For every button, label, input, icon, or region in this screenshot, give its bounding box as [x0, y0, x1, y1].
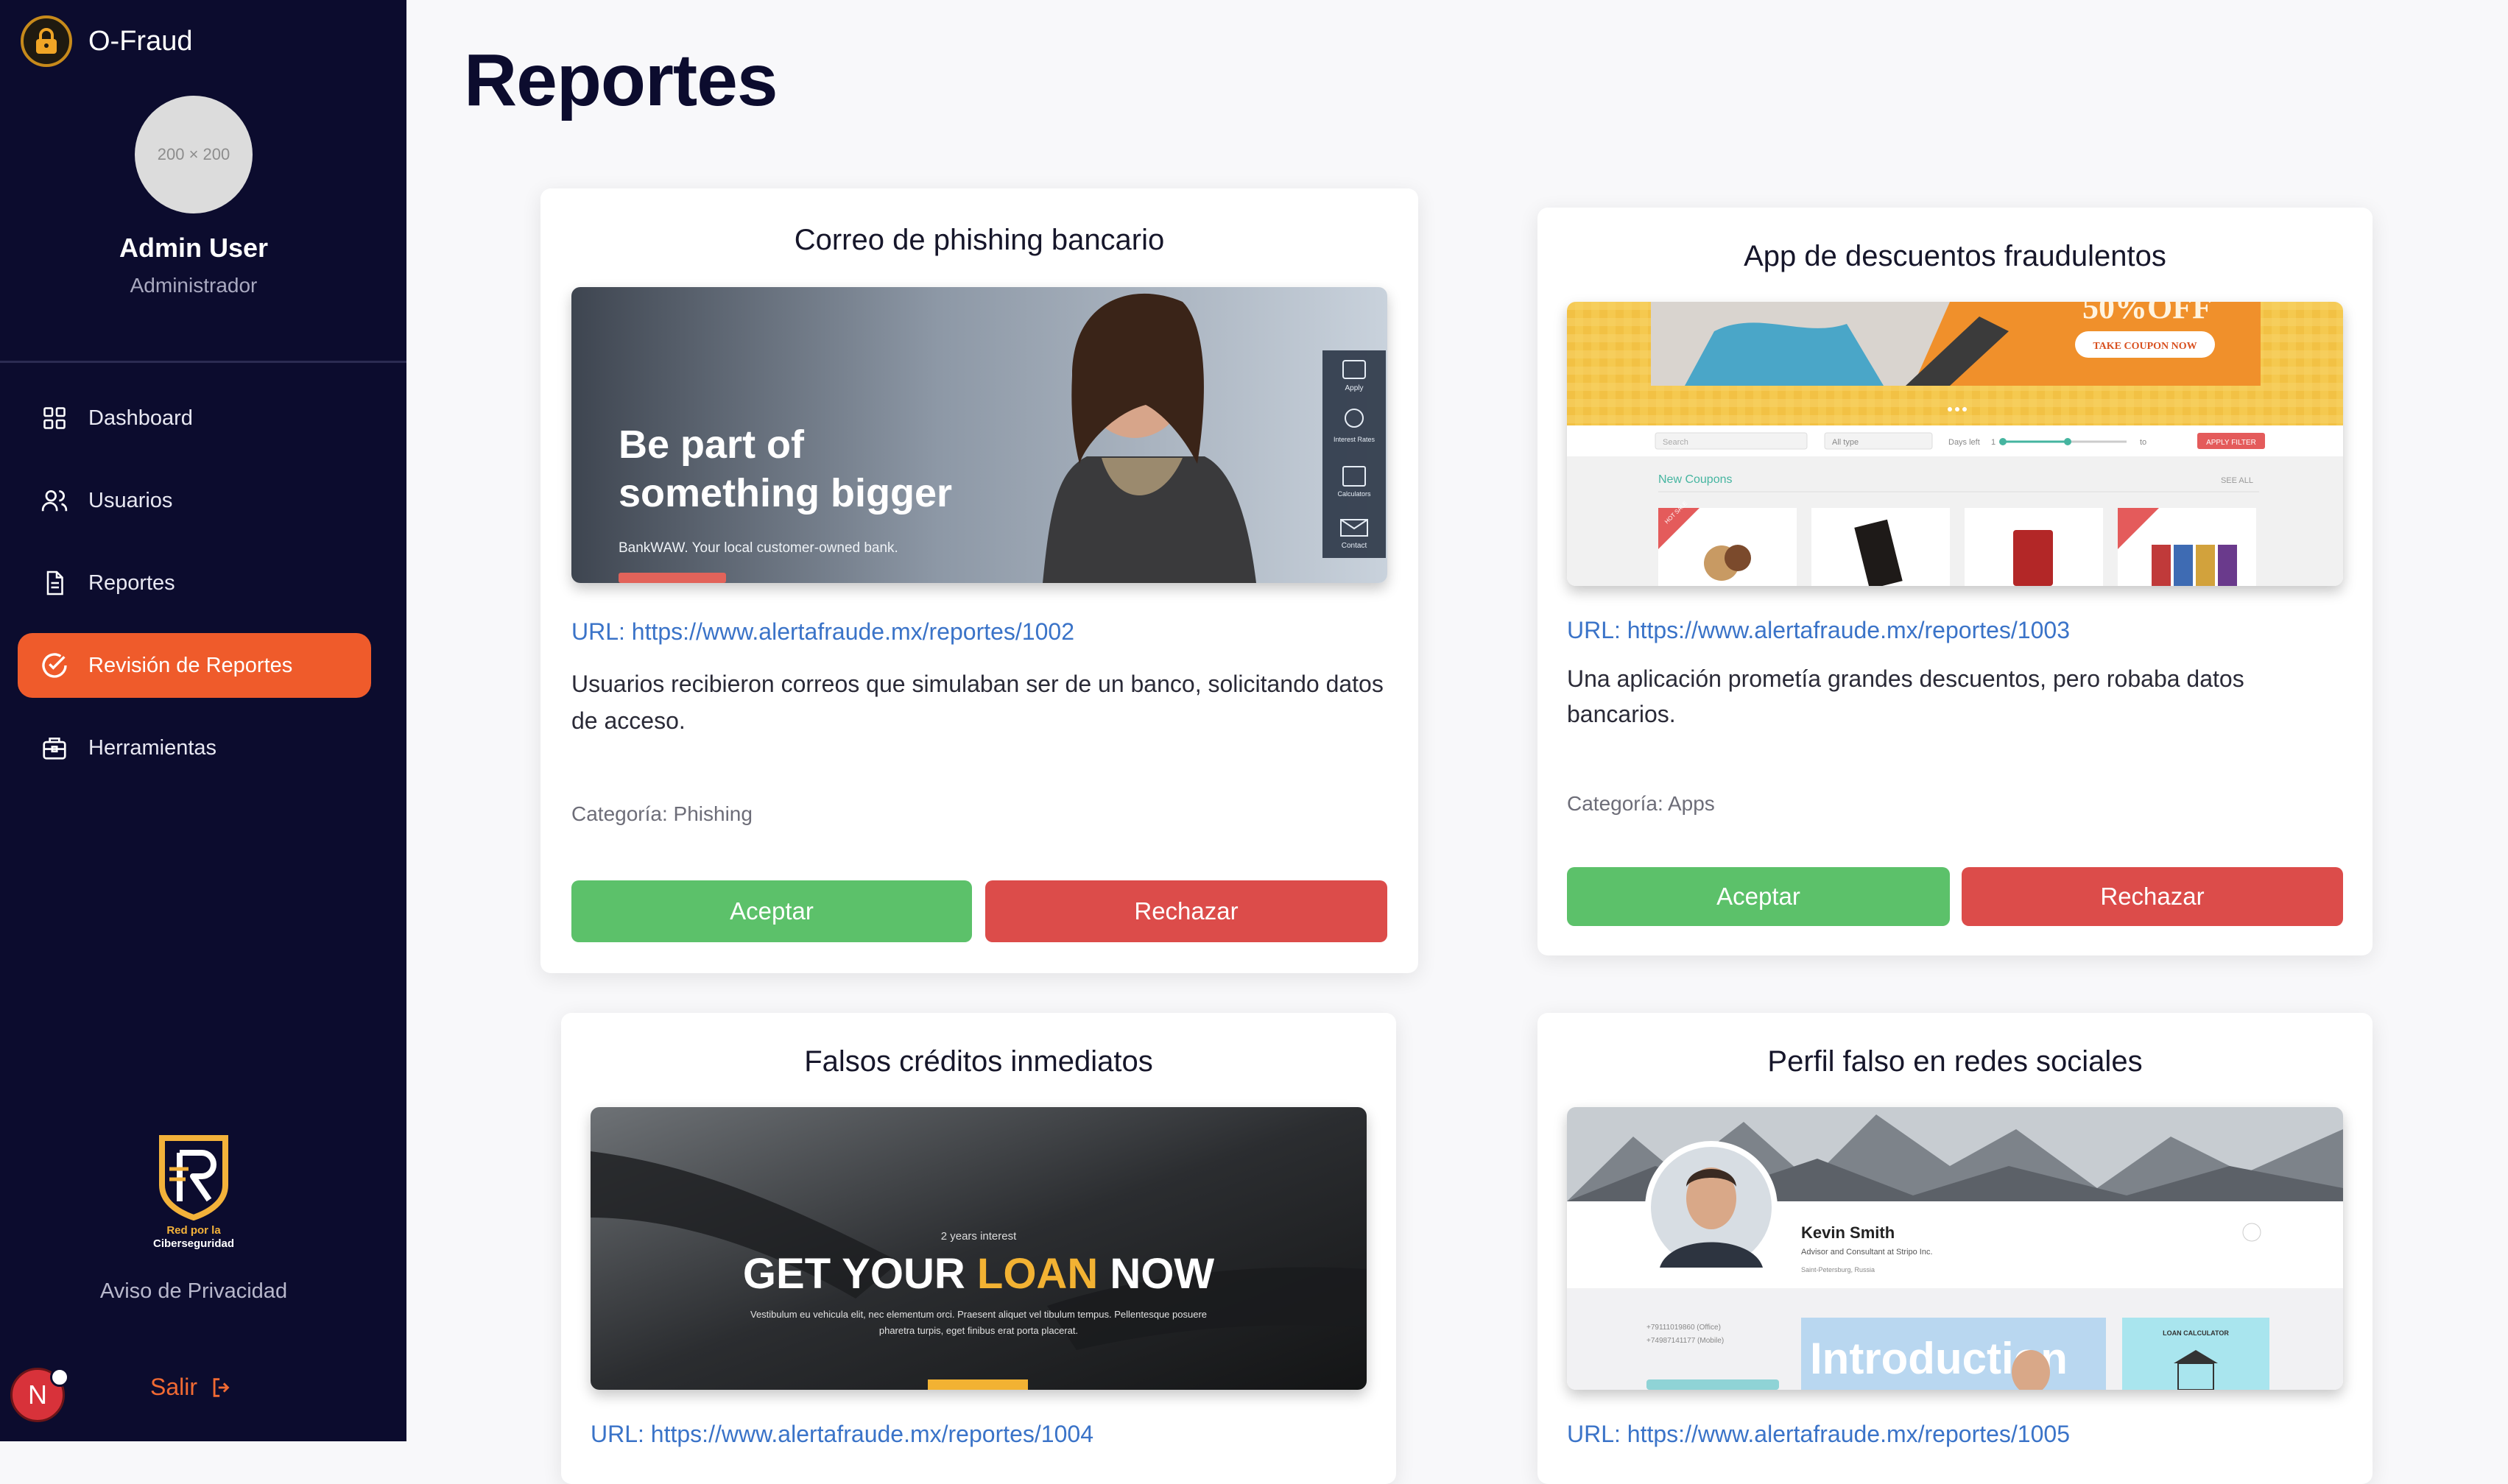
toolbox-icon — [40, 733, 69, 763]
svg-text:Kevin Smith: Kevin Smith — [1801, 1223, 1895, 1242]
page-title: Reportes — [464, 39, 778, 121]
svg-text:something bigger: something bigger — [619, 471, 952, 515]
check-circle-icon — [40, 651, 69, 680]
sidebar: O-Fraud 200 × 200 Admin User Administrad… — [0, 0, 406, 1441]
report-image[interactable]: 2 years interest GET YOUR LOAN NOW Vesti… — [591, 1107, 1367, 1390]
sidebar-item-reportes[interactable]: Reportes — [18, 551, 371, 615]
svg-text:Advisor and Consultant at Stri: Advisor and Consultant at Stripo Inc. — [1801, 1248, 1933, 1257]
svg-text:SEE ALL: SEE ALL — [2221, 476, 2253, 485]
report-url[interactable]: URL: https://www.alertafraude.mx/reporte… — [1567, 617, 2070, 644]
svg-text:New Coupons: New Coupons — [1658, 473, 1733, 486]
sidebar-item-label: Revisión de Reportes — [88, 653, 293, 677]
report-image[interactable]: Kevin Smith Advisor and Consultant at St… — [1567, 1107, 2343, 1390]
svg-text:Apply: Apply — [1345, 384, 1363, 392]
report-description: Una aplicación prometía grandes descuent… — [1567, 665, 2244, 727]
avatar: 200 × 200 — [135, 96, 253, 213]
svg-text:LOAN CALCULATOR: LOAN CALCULATOR — [2163, 1329, 2229, 1337]
svg-text:Interest Rates: Interest Rates — [1334, 436, 1375, 443]
logout-icon — [213, 1377, 230, 1397]
grid-icon — [40, 403, 69, 433]
sidebar-item-usuarios[interactable]: Usuarios — [18, 468, 371, 533]
report-image[interactable]: 50%OFF TAKE COUPON NOW Search All type D… — [1567, 302, 2343, 586]
svg-text:BankWAW. Your local customer-o: BankWAW. Your local customer-owned bank. — [619, 540, 898, 556]
org-name-line1: Red por la — [166, 1224, 221, 1237]
sidebar-item-dashboard[interactable]: Dashboard — [18, 386, 371, 451]
report-card: Correo de phishing bancario Apply Intere… — [540, 188, 1418, 973]
report-url[interactable]: URL: https://www.alertafraude.mx/reporte… — [591, 1421, 1093, 1448]
sidebar-item-revision-reportes[interactable]: Revisión de Reportes — [18, 633, 371, 698]
accept-button[interactable]: Aceptar — [1567, 867, 1950, 926]
svg-text:50%OFF: 50%OFF — [2082, 302, 2212, 325]
report-card: Perfil falso en redes sociales Kevin Smi… — [1537, 1013, 2373, 1484]
svg-text:Search: Search — [1663, 438, 1688, 447]
svg-text:Contact: Contact — [1342, 542, 1367, 550]
report-title: Falsos créditos inmediatos — [804, 1045, 1153, 1078]
sidebar-item-label: Usuarios — [88, 488, 173, 512]
report-url[interactable]: URL: https://www.alertafraude.mx/reporte… — [1567, 1421, 2070, 1448]
svg-text:1: 1 — [1991, 438, 1996, 447]
svg-text:pharetra turpis, eget finibus: pharetra turpis, eget finibus erat porta… — [879, 1325, 1078, 1336]
svg-text:TAKE COUPON NOW: TAKE COUPON NOW — [2093, 341, 2197, 352]
report-title: App de descuentos fraudulentos — [1744, 240, 2166, 272]
report-description: Usuarios recibieron correos que simulaba… — [571, 671, 1384, 734]
logout-button[interactable]: Salir — [150, 1374, 234, 1401]
report-title: Correo de phishing bancario — [794, 224, 1165, 256]
report-category: Categoría: Phishing — [571, 802, 753, 825]
accept-button[interactable]: Aceptar — [571, 880, 972, 942]
privacy-link[interactable]: Aviso de Privacidad — [0, 1279, 387, 1304]
svg-text:to: to — [2140, 438, 2146, 447]
reject-button[interactable]: Rechazar — [1962, 867, 2343, 926]
report-card: App de descuentos fraudulentos 50%OFF TA… — [1537, 208, 2373, 955]
sidebar-item-label: Herramientas — [88, 735, 217, 760]
loan-ad-image: 2 years interest GET YOUR LOAN NOW Vesti… — [591, 1107, 1367, 1390]
lock-logo-icon — [21, 15, 72, 67]
reject-button[interactable]: Rechazar — [985, 880, 1387, 942]
report-title: Perfil falso en redes sociales — [1767, 1045, 2143, 1078]
svg-text:GET YOUR LOAN NOW: GET YOUR LOAN NOW — [743, 1250, 1214, 1298]
report-category: Categoría: Apps — [1567, 792, 1715, 815]
sidebar-nav: Dashboard Usuarios Reportes Revisión de … — [18, 386, 371, 798]
org-name-line2: Ciberseguridad — [152, 1237, 235, 1250]
org-logo: Red por la Ciberseguridad — [138, 1134, 249, 1251]
svg-text:Be part of: Be part of — [619, 423, 805, 467]
report-card: Falsos créditos inmediatos 2 years inter… — [561, 1013, 1396, 1484]
sidebar-item-label: Reportes — [88, 570, 175, 595]
sidebar-divider — [0, 361, 406, 363]
svg-text:+79111019860 (Office): +79111019860 (Office) — [1646, 1324, 1721, 1332]
coupon-app-image: 50%OFF TAKE COUPON NOW Search All type D… — [1567, 302, 2343, 586]
sidebar-item-label: Dashboard — [88, 406, 193, 430]
svg-text:All type: All type — [1832, 438, 1859, 447]
brand[interactable]: O-Fraud — [21, 13, 192, 69]
svg-text:APPLY FILTER: APPLY FILTER — [2206, 439, 2256, 447]
users-icon — [40, 486, 69, 515]
user-name: Admin User — [119, 233, 269, 263]
report-url[interactable]: URL: https://www.alertafraude.mx/reporte… — [571, 618, 1074, 646]
social-profile-image: Kevin Smith Advisor and Consultant at St… — [1567, 1107, 2343, 1390]
user-role: Administrador — [130, 274, 258, 297]
svg-text:Days left: Days left — [1948, 438, 1980, 447]
logout-label: Salir — [150, 1374, 198, 1400]
svg-text:Calculators: Calculators — [1337, 490, 1371, 498]
svg-text:2 years interest: 2 years interest — [941, 1230, 1017, 1243]
svg-text:Vestibulum eu vehicula elit, n: Vestibulum eu vehicula elit, nec element… — [750, 1309, 1207, 1320]
notification-dot — [50, 1368, 69, 1387]
svg-text:+74987141177 (Mobile): +74987141177 (Mobile) — [1646, 1337, 1724, 1345]
report-image[interactable]: Apply Interest Rates Calculators Contact… — [571, 287, 1387, 583]
bank-ad-image: Apply Interest Rates Calculators Contact… — [571, 287, 1387, 583]
document-icon — [40, 568, 69, 598]
svg-text:Saint-Petersburg, Russia: Saint-Petersburg, Russia — [1801, 1266, 1875, 1273]
sidebar-item-herramientas[interactable]: Herramientas — [18, 716, 371, 780]
app-name: O-Fraud — [88, 25, 193, 57]
org-shield-icon — [159, 1135, 228, 1221]
